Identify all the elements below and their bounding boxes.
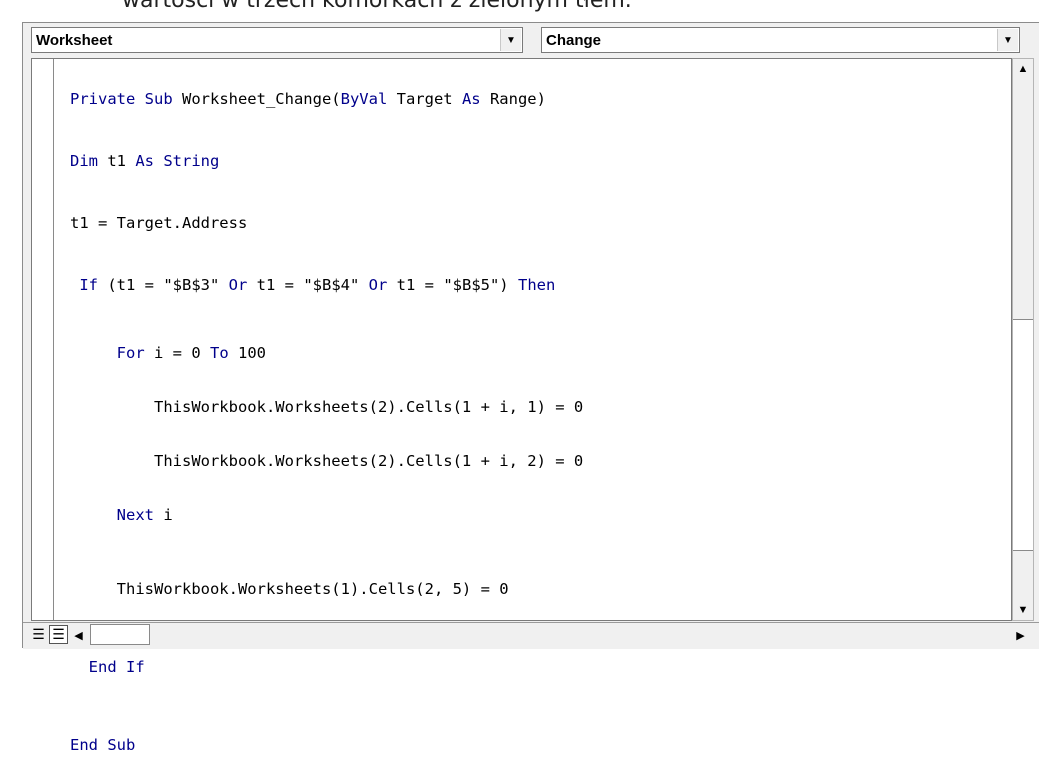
code-line: End Sub <box>70 736 136 754</box>
code-window-dropdowns: Worksheet ▼ Change ▼ <box>31 27 1037 53</box>
full-module-view-icon[interactable]: ☰ <box>49 625 68 644</box>
vertical-scroll-thumb[interactable] <box>1013 319 1033 551</box>
document-caption: wartości w trzech komórkach z zielonym t… <box>122 0 632 13</box>
object-dropdown-value: Worksheet <box>36 32 113 49</box>
procedure-dropdown-value: Change <box>546 32 602 49</box>
code-window-status-bar: ☰ ☰ ◀ ▶ <box>23 622 1039 649</box>
horizontal-scroll-thumb[interactable] <box>90 624 150 645</box>
scroll-right-icon[interactable]: ▶ <box>1011 625 1030 645</box>
code-line: End If <box>70 658 145 676</box>
code-line: Next i <box>70 506 173 524</box>
procedure-dropdown[interactable]: Change ▼ <box>541 27 1020 53</box>
vertical-scrollbar[interactable]: ▲ ▼ <box>1012 58 1034 621</box>
procedure-view-icon[interactable]: ☰ <box>29 625 48 644</box>
chevron-down-icon[interactable]: ▼ <box>997 29 1018 51</box>
code-line: ThisWorkbook.Worksheets(1).Cells(2, 5) =… <box>70 580 509 598</box>
chevron-down-icon[interactable]: ▼ <box>500 29 521 51</box>
scroll-down-icon[interactable]: ▼ <box>1013 600 1033 620</box>
code-editor[interactable]: Private Sub Worksheet_Change(ByVal Targe… <box>31 58 1012 754</box>
code-line: Dim t1 As String <box>70 152 220 170</box>
code-text[interactable]: Private Sub Worksheet_Change(ByVal Targe… <box>70 84 583 761</box>
code-line: If (t1 = "$B$3" Or t1 = "$B$4" Or t1 = "… <box>70 276 556 294</box>
vba-code-window: Worksheet ▼ Change ▼ Private Sub Workshe… <box>22 22 1039 754</box>
code-line: Private Sub Worksheet_Change(ByVal Targe… <box>70 90 546 108</box>
code-line: ThisWorkbook.Worksheets(2).Cells(1 + i, … <box>70 398 584 416</box>
code-line: t1 = Target.Address <box>70 214 248 232</box>
margin-indicator-bar[interactable] <box>32 59 54 620</box>
scroll-up-icon[interactable]: ▲ <box>1013 59 1033 79</box>
scroll-left-icon[interactable]: ◀ <box>69 625 88 645</box>
code-line: For i = 0 To 100 <box>70 344 266 362</box>
horizontal-scroll-track[interactable] <box>151 624 1009 645</box>
object-dropdown[interactable]: Worksheet ▼ <box>31 27 523 53</box>
code-line: ThisWorkbook.Worksheets(2).Cells(1 + i, … <box>70 452 584 470</box>
